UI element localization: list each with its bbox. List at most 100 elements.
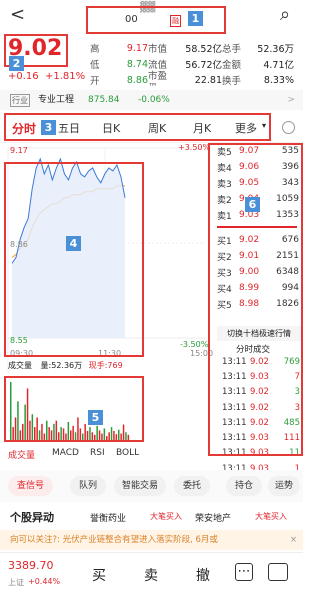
tick-row: 13:11 9.02 769: [222, 354, 302, 369]
volume-chart[interactable]: [8, 380, 203, 442]
stats-cell: 22.81: [194, 74, 222, 86]
ob-price: 8.99: [239, 283, 260, 293]
news-stock-2[interactable]: 荣安地产: [195, 511, 231, 524]
buy-row[interactable]: 买1 9.02 676: [217, 232, 303, 248]
volume-bar: [70, 430, 72, 440]
sell-row[interactable]: 卖1 9.03 1353: [217, 207, 303, 223]
volume-label: 成交量: [8, 361, 32, 370]
action-button-1[interactable]: 队列: [70, 476, 106, 496]
action-button-0[interactable]: 查信号: [8, 476, 53, 496]
tick-price: 9.02: [250, 387, 269, 398]
indicator-tab-0[interactable]: 成交量: [8, 448, 35, 461]
ob-volume: 343: [281, 178, 299, 188]
price-change-pct: +1.81%: [45, 71, 86, 82]
price-change: +0.16 +1.81%: [8, 71, 85, 82]
ob-label: 买3: [217, 268, 232, 279]
tick-list: 13:11 9.02 769 13:11 9.03 7 13:11 9.02 3 13:11 9.0…: [222, 354, 302, 476]
stats-cell: 换手: [222, 76, 242, 87]
action-button-2[interactable]: 智能交易: [114, 476, 166, 496]
industry-value: 875.84: [88, 95, 120, 105]
volume-bar: [24, 404, 26, 440]
volume-bar: [10, 382, 12, 440]
chevron-right-icon: >: [287, 95, 295, 105]
sell-row[interactable]: 卖4 9.06 396: [217, 159, 303, 175]
stats-cell: 9.17: [126, 42, 148, 54]
more-icon[interactable]: ⋯: [235, 563, 253, 581]
volume-bar: [127, 434, 130, 440]
order-book: 卖59.07535卖49.06396卖39.05343卖29.041059卖19…: [217, 143, 303, 312]
tick-time: 13:11: [222, 417, 247, 428]
indicator-tab-2[interactable]: RSI: [90, 448, 105, 458]
chart-mid-label: 8.86: [10, 240, 28, 249]
annotation-tag-6: 6: [245, 197, 260, 212]
volume-bar: [12, 427, 14, 440]
buy-row[interactable]: 买3 9.00 6348: [217, 264, 303, 280]
sell-row[interactable]: 卖5 9.07 535: [217, 143, 303, 159]
ob-volume: 1826: [276, 299, 299, 309]
close-icon[interactable]: ×: [290, 530, 297, 550]
tick-volume: 11: [289, 448, 300, 459]
search-icon[interactable]: ⌕: [280, 4, 290, 25]
tick-volume: 7: [294, 371, 300, 382]
volume-bar: [82, 433, 84, 440]
volume-bar: [41, 423, 43, 440]
buy-button[interactable]: 买: [92, 565, 106, 585]
tab-0[interactable]: 分时: [12, 120, 36, 137]
back-icon[interactable]: <: [10, 4, 25, 25]
action-button-3[interactable]: 委托: [174, 476, 210, 496]
ob-label: 卖2: [217, 195, 232, 206]
news-stock-1[interactable]: 誉衡药业: [90, 511, 126, 524]
tick-row: 13:11 9.03 111: [222, 430, 302, 445]
tab-2[interactable]: 日K: [102, 120, 120, 136]
sell-button[interactable]: 卖: [144, 565, 158, 585]
tab-5[interactable]: 更多: [235, 120, 257, 136]
ob-volume: 6348: [276, 267, 299, 277]
stats-cell: 8.86: [126, 74, 148, 86]
index-value[interactable]: 3389.70: [8, 559, 54, 572]
ob-price: 9.00: [239, 267, 260, 277]
annotation-tag-2: 2: [9, 56, 24, 71]
index-pct: +0.44%: [28, 577, 61, 586]
tick-volume: 3: [294, 387, 300, 398]
tab-3[interactable]: 周K: [148, 120, 166, 136]
ob-price: 9.02: [239, 235, 260, 245]
volume-bar: [72, 425, 74, 440]
stats-cell: 总手: [222, 44, 242, 55]
news-bar[interactable]: 个股异动 誉衡药业 大笔买入 荣安地产 大笔买入: [0, 505, 303, 527]
volume-bar: [43, 433, 46, 440]
industry-row[interactable]: 行业 专业工程 875.84 -0.06% >: [0, 90, 303, 110]
tick-price: 9.03: [250, 371, 269, 382]
switch-ten-level[interactable]: 切换十档极速行情: [217, 326, 301, 341]
grid-icon[interactable]: [268, 563, 288, 581]
cancel-button[interactable]: 撤: [196, 565, 210, 585]
tip-bar[interactable]: 向可以关注?: 光伏产业链整合有望进入落实阶段, 6月或 ×: [0, 530, 303, 550]
tab-1[interactable]: 五日: [58, 120, 80, 136]
tab-4[interactable]: 月K: [193, 120, 211, 136]
volume-bar: [122, 424, 125, 440]
volume-bar: [65, 433, 67, 440]
sell-row[interactable]: 卖29.041059: [217, 191, 303, 207]
ob-volume: 1059: [276, 194, 299, 204]
sell-row[interactable]: 卖3 9.05 343: [217, 175, 303, 191]
buy-row[interactable]: 买5 8.98 1826: [217, 296, 303, 312]
tick-time: 13:11: [222, 448, 247, 459]
action-button-4[interactable]: 持仓: [226, 476, 262, 496]
settings-icon[interactable]: [282, 121, 295, 134]
chart-high-label: 9.17: [10, 146, 28, 155]
ob-price: 9.07: [239, 146, 260, 156]
action-button-5[interactable]: 运势: [268, 476, 300, 496]
volume-bar: [101, 433, 103, 440]
buy-row[interactable]: 买2 9.01 2151: [217, 248, 303, 264]
tick-time: 13:11: [222, 387, 247, 398]
volume-bar: [96, 425, 98, 440]
tick-time: 13:11: [222, 433, 247, 444]
indicator-tab-3[interactable]: BOLL: [116, 448, 139, 458]
stats-row: 开 8.86 市盈™ 22.81 换手 8.33%: [90, 71, 300, 93]
tick-row: 13:11 9.02 485: [222, 415, 302, 430]
margin-badge: 融: [170, 15, 181, 27]
buy-row[interactable]: 买4 8.99 994: [217, 280, 303, 296]
volume-bar: [106, 436, 108, 440]
stats-grid: 高 9.17 市值 58.52亿 总手 52.36万低 8.74 流值 56.72亿 金额 4.71…: [90, 40, 300, 93]
indicator-tab-1[interactable]: MACD: [52, 448, 79, 458]
news-title: 个股异动: [10, 511, 54, 524]
